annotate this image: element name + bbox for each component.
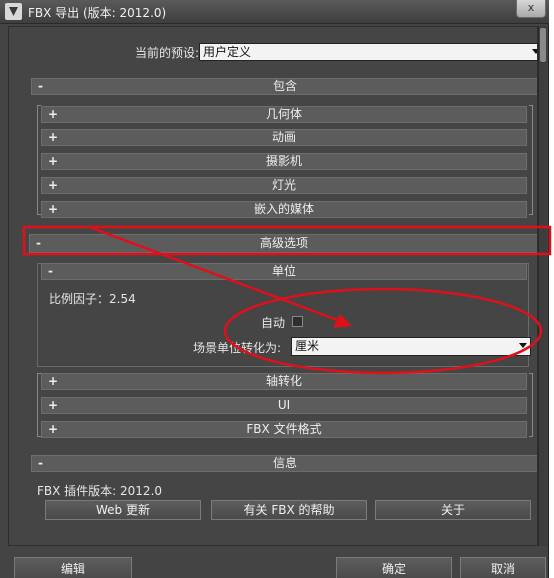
rollout-animation[interactable]: + 动画 [41, 129, 527, 146]
expand-icon: + [48, 398, 59, 412]
rollout-fbx-file-format[interactable]: + FBX 文件格式 [41, 421, 527, 438]
rollout-include-label: 包含 [272, 79, 297, 93]
expand-icon: + [48, 107, 59, 121]
scroll-thumb[interactable] [540, 28, 546, 62]
rollout-ui-label: UI [277, 398, 291, 412]
auto-checkbox[interactable] [292, 316, 303, 327]
rollout-camera[interactable]: + 摄影机 [41, 153, 527, 170]
rollout-axis-conversion-label: 轴转化 [265, 374, 302, 388]
settings-scroll-area: 当前的预设: 用户定义 - 包含 + 几何体 + 动画 + 摄影机 + 灯光 +… [8, 26, 538, 546]
vertical-scrollbar[interactable] [538, 26, 547, 546]
convert-units-label: 场景单位转化为: [193, 341, 282, 355]
group-bracket-right [529, 373, 533, 437]
rollout-advanced-options-label: 高级选项 [259, 236, 308, 250]
close-button[interactable]: x [516, 0, 546, 18]
scene-units-dropdown[interactable]: 厘米 [291, 337, 531, 356]
collapse-icon: - [48, 264, 53, 278]
expand-icon: + [48, 178, 59, 192]
ok-button[interactable]: 确定 [336, 557, 452, 578]
title-bar: FBX 导出 (版本: 2012.0) x [0, 0, 549, 24]
expand-icon: + [48, 130, 59, 144]
rollout-ui[interactable]: + UI [41, 397, 527, 414]
expand-icon: + [48, 374, 59, 388]
collapse-icon: - [36, 236, 41, 250]
plugin-version-text: FBX 插件版本: 2012.0 [37, 484, 163, 498]
preset-dropdown[interactable]: 用户定义 [199, 43, 537, 61]
group-bracket-right [529, 105, 533, 215]
rollout-fbx-file-format-label: FBX 文件格式 [246, 422, 322, 436]
auto-label: 自动 [261, 316, 286, 330]
web-update-button[interactable]: Web 更新 [45, 500, 201, 520]
rollout-geometry-label: 几何体 [265, 107, 302, 121]
rollout-units-label: 单位 [271, 264, 296, 278]
expand-icon: + [48, 154, 59, 168]
rollout-embedded-media[interactable]: + 嵌入的媒体 [41, 201, 527, 218]
collapse-icon: - [38, 456, 43, 470]
scale-factor-text: 比例因子：2.54 [49, 292, 136, 306]
rollout-lights-label: 灯光 [271, 178, 296, 192]
about-button[interactable]: 关于 [375, 500, 531, 520]
rollout-info-label: 信息 [272, 456, 297, 470]
cancel-button[interactable]: 取消 [460, 557, 546, 578]
scene-units-value: 厘米 [295, 339, 320, 353]
expand-icon: + [48, 202, 59, 216]
rollout-lights[interactable]: + 灯光 [41, 177, 527, 194]
rollout-geometry[interactable]: + 几何体 [41, 106, 527, 123]
edit-button[interactable]: 编辑 [14, 557, 132, 578]
fbx-export-dialog: FBX 导出 (版本: 2012.0) x 当前的预设: 用户定义 - 包含 +… [0, 0, 549, 578]
window-title: FBX 导出 (版本: 2012.0) [28, 6, 167, 20]
rollout-axis-conversion[interactable]: + 轴转化 [41, 373, 527, 390]
torn-edge [549, 0, 554, 578]
max-app-icon [5, 3, 22, 20]
rollout-units[interactable]: - 单位 [41, 263, 527, 280]
collapse-icon: - [38, 79, 43, 93]
rollout-advanced-options[interactable]: - 高级选项 [29, 234, 537, 253]
preset-label: 当前的预设: [135, 46, 200, 60]
rollout-camera-label: 摄影机 [265, 154, 302, 168]
expand-icon: + [48, 422, 59, 436]
rollout-include[interactable]: - 包含 [31, 78, 537, 95]
rollout-info[interactable]: - 信息 [31, 455, 537, 472]
chevron-down-icon [519, 343, 527, 348]
preset-value: 用户定义 [203, 45, 252, 59]
rollout-animation-label: 动画 [271, 130, 296, 144]
fbx-help-button[interactable]: 有关 FBX 的帮助 [211, 500, 367, 520]
rollout-embedded-media-label: 嵌入的媒体 [253, 202, 314, 216]
